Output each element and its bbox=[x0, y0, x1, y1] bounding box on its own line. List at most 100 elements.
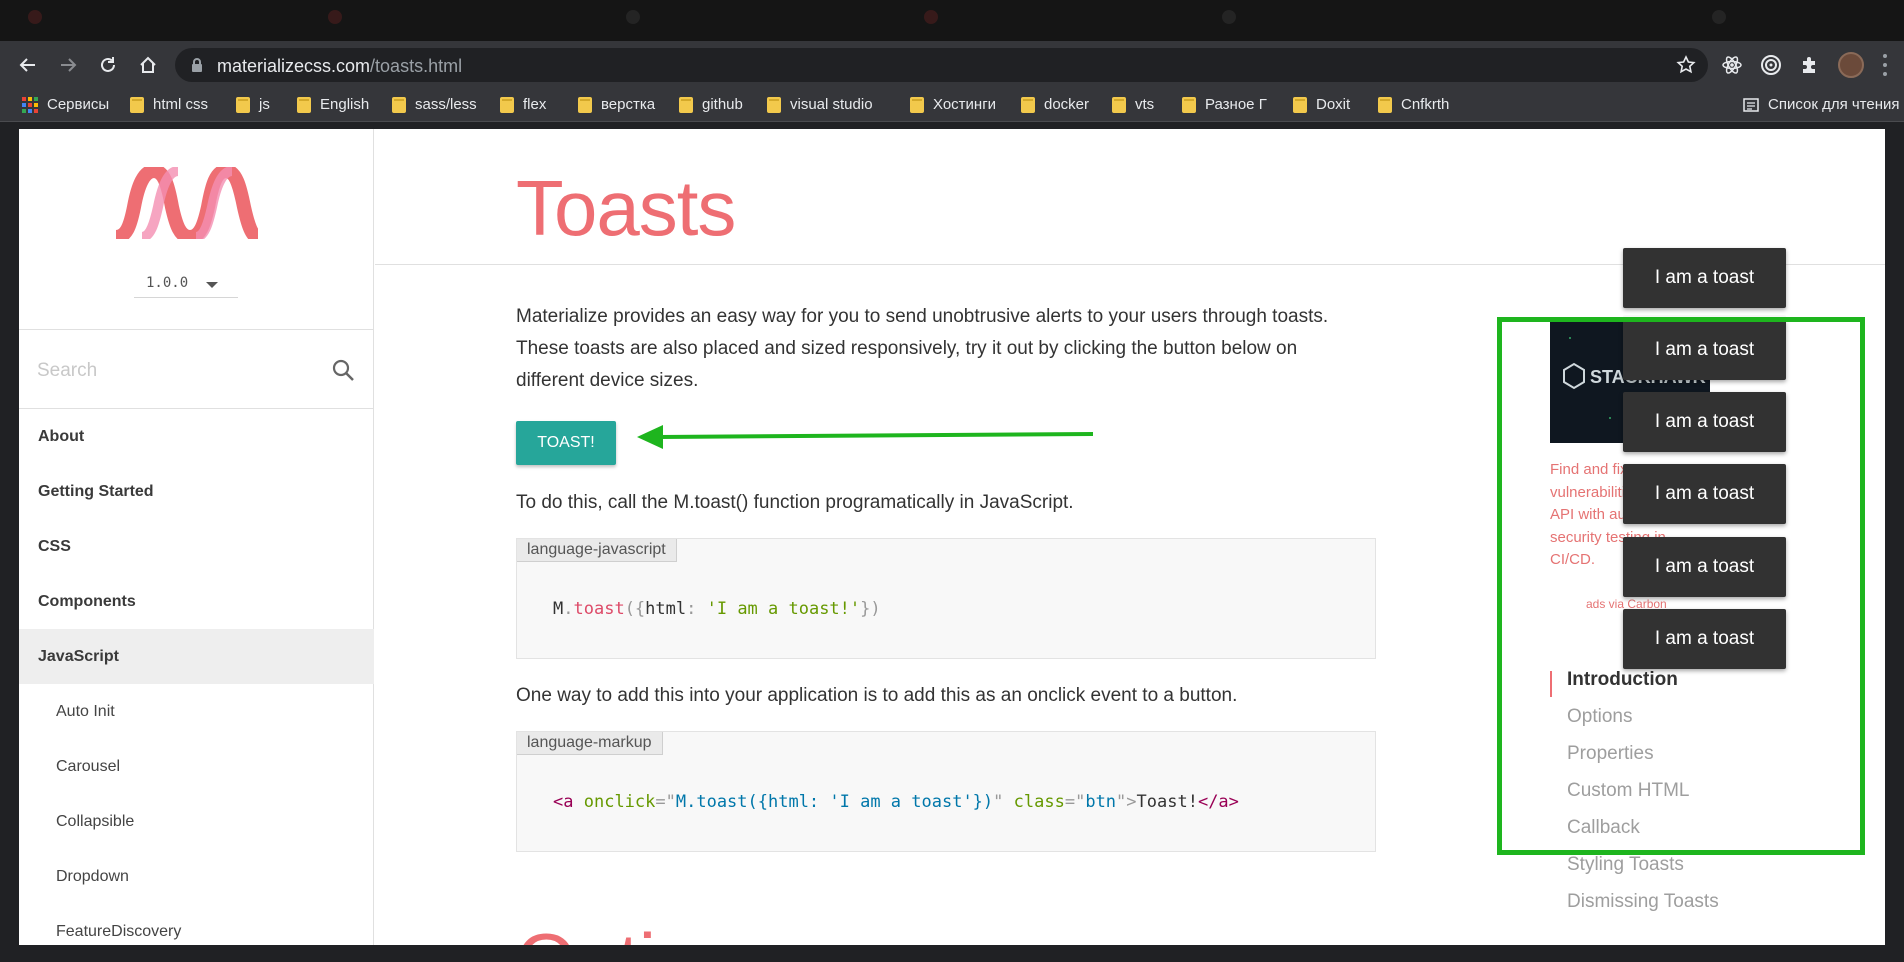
side-nav-item[interactable]: Dropdown bbox=[19, 849, 374, 904]
apps-grid-icon bbox=[22, 96, 38, 113]
bookmark-item[interactable]: Разное Г bbox=[1182, 96, 1267, 113]
bookmark-item[interactable]: Сервисы bbox=[22, 96, 109, 113]
bookmark-item[interactable]: Cnfkrth bbox=[1378, 96, 1449, 113]
folder-icon bbox=[1293, 96, 1307, 113]
web-page: 1.0.0 About Getting Started CSS Components J… bbox=[19, 129, 1885, 945]
bookmark-item[interactable]: github bbox=[679, 96, 743, 113]
search-input[interactable] bbox=[37, 358, 307, 384]
side-nav-item[interactable]: Getting Started bbox=[19, 464, 374, 519]
bookmark-item[interactable]: js bbox=[236, 96, 270, 113]
bookmark-label: Разное Г bbox=[1205, 96, 1267, 113]
side-nav: 1.0.0 About Getting Started CSS Components J… bbox=[19, 129, 374, 945]
side-nav-label: Getting Started bbox=[38, 482, 154, 500]
folder-icon bbox=[910, 96, 924, 113]
folder-icon bbox=[578, 96, 592, 113]
code-block-markup: language-markup <a onclick="M.toast({htm… bbox=[516, 731, 1376, 852]
side-nav-item[interactable]: FeatureDiscovery bbox=[19, 904, 374, 945]
bookmark-item[interactable]: sass/less bbox=[392, 96, 477, 113]
atom-icon bbox=[1722, 56, 1742, 74]
tab-favicon[interactable] bbox=[28, 10, 42, 24]
toast-message[interactable]: I am a toast bbox=[1623, 248, 1786, 308]
side-nav-label: CSS bbox=[38, 537, 71, 555]
home-button[interactable] bbox=[132, 49, 164, 81]
side-nav-label: JavaScript bbox=[38, 647, 119, 665]
reading-list-button[interactable]: Список для чтения bbox=[1743, 96, 1900, 113]
toast-demo-button[interactable]: TOAST! bbox=[516, 421, 616, 465]
forward-button[interactable] bbox=[52, 49, 84, 81]
reading-list-label: Список для чтения bbox=[1768, 96, 1900, 113]
lock-icon bbox=[192, 58, 202, 72]
search-box bbox=[19, 330, 374, 409]
tab-favicon[interactable] bbox=[328, 10, 342, 24]
target-extension[interactable] bbox=[1759, 53, 1783, 77]
onclick-instruction-text: One way to add this into your applicatio… bbox=[516, 685, 1238, 706]
tab-favicon[interactable] bbox=[626, 10, 640, 24]
browser-toolbar: materializecss.com/toasts.html bbox=[0, 41, 1904, 90]
bookmark-item[interactable]: docker bbox=[1021, 96, 1089, 113]
side-nav-item[interactable]: JavaScript bbox=[19, 629, 374, 684]
bookmark-item[interactable]: English bbox=[297, 96, 369, 113]
side-nav-label: Components bbox=[38, 592, 136, 610]
bookmarks-bar: Сервисы html css js English sass/less flex вер… bbox=[0, 90, 1904, 122]
bookmark-star-icon[interactable] bbox=[1676, 55, 1696, 75]
code-language-tag: language-markup bbox=[517, 732, 663, 755]
bookmark-label: html css bbox=[153, 96, 209, 113]
toc-link[interactable]: Styling Toasts bbox=[1567, 854, 1684, 876]
bookmark-label: docker bbox=[1044, 96, 1090, 113]
side-nav-label: Dropdown bbox=[56, 867, 129, 885]
reload-button[interactable] bbox=[92, 49, 124, 81]
call-instruction-text: To do this, call the M.toast() function … bbox=[516, 492, 1074, 513]
bookmark-item[interactable]: vts bbox=[1112, 96, 1154, 113]
address-bar[interactable]: materializecss.com/toasts.html bbox=[175, 48, 1708, 82]
side-nav-item[interactable]: Carousel bbox=[19, 739, 374, 794]
bookmark-label: Doxit bbox=[1316, 96, 1351, 113]
browser-window: materializecss.com/toasts.html Сервисы ht… bbox=[0, 0, 1904, 962]
bookmark-item[interactable]: верстка bbox=[578, 96, 655, 113]
side-nav-item[interactable]: Components bbox=[19, 574, 374, 629]
materialize-logo[interactable] bbox=[116, 167, 258, 239]
bookmark-item[interactable]: html css bbox=[130, 96, 208, 113]
side-nav-item[interactable]: CSS bbox=[19, 519, 374, 574]
bookmark-item[interactable]: Хостинги bbox=[910, 96, 996, 113]
tab-favicon[interactable] bbox=[1712, 10, 1726, 24]
extensions-button[interactable] bbox=[1798, 53, 1822, 77]
tab-favicon[interactable] bbox=[1222, 10, 1236, 24]
bookmark-item[interactable]: flex bbox=[500, 96, 546, 113]
code-block-javascript: language-javascript M.toast({html: 'I am… bbox=[516, 538, 1376, 659]
bookmark-item[interactable]: Doxit bbox=[1293, 96, 1350, 113]
reload-icon bbox=[101, 57, 115, 72]
profile-avatar[interactable] bbox=[1838, 52, 1864, 78]
tab-favicon[interactable] bbox=[924, 10, 938, 24]
browser-menu-button[interactable] bbox=[1882, 51, 1888, 79]
bookmark-label: js bbox=[259, 96, 270, 113]
forward-arrow-icon bbox=[61, 58, 77, 72]
caret-down-icon bbox=[206, 282, 218, 288]
intro-text-line: These toasts are also placed and sized r… bbox=[516, 338, 1298, 359]
target-icon bbox=[1761, 55, 1781, 75]
bookmark-item[interactable]: visual studio bbox=[767, 96, 873, 113]
side-nav-label: About bbox=[38, 427, 85, 445]
side-nav-item[interactable]: Collapsible bbox=[19, 794, 374, 849]
bookmark-label: github bbox=[702, 96, 743, 113]
side-nav-item[interactable]: About bbox=[19, 409, 374, 464]
url-text: materializecss.com/toasts.html bbox=[217, 56, 463, 76]
react-devtools-extension[interactable] bbox=[1720, 53, 1744, 77]
intro-text-line: different device sizes. bbox=[516, 370, 699, 391]
side-nav-item[interactable]: Auto Init bbox=[19, 684, 374, 739]
version-label: 1.0.0 bbox=[146, 275, 189, 291]
bookmark-label: vts bbox=[1135, 96, 1155, 113]
back-button[interactable] bbox=[12, 49, 44, 81]
folder-icon bbox=[130, 96, 144, 113]
bookmark-label: English bbox=[320, 96, 370, 113]
folder-icon bbox=[1378, 96, 1392, 113]
side-nav-label: Collapsible bbox=[56, 812, 135, 830]
version-select[interactable]: 1.0.0 bbox=[134, 272, 238, 298]
code-line: <a onclick="M.toast({html: 'I am a toast… bbox=[553, 792, 1239, 812]
search-icon[interactable] bbox=[331, 358, 355, 382]
toc-link[interactable]: Dismissing Toasts bbox=[1567, 891, 1719, 913]
bookmark-label: Хостинги bbox=[933, 96, 997, 113]
bookmark-label: sass/less bbox=[415, 96, 477, 113]
back-arrow-icon bbox=[19, 58, 35, 72]
code-line: M.toast({html: 'I am a toast!'}) bbox=[553, 599, 881, 619]
side-nav-label: FeatureDiscovery bbox=[56, 922, 182, 940]
